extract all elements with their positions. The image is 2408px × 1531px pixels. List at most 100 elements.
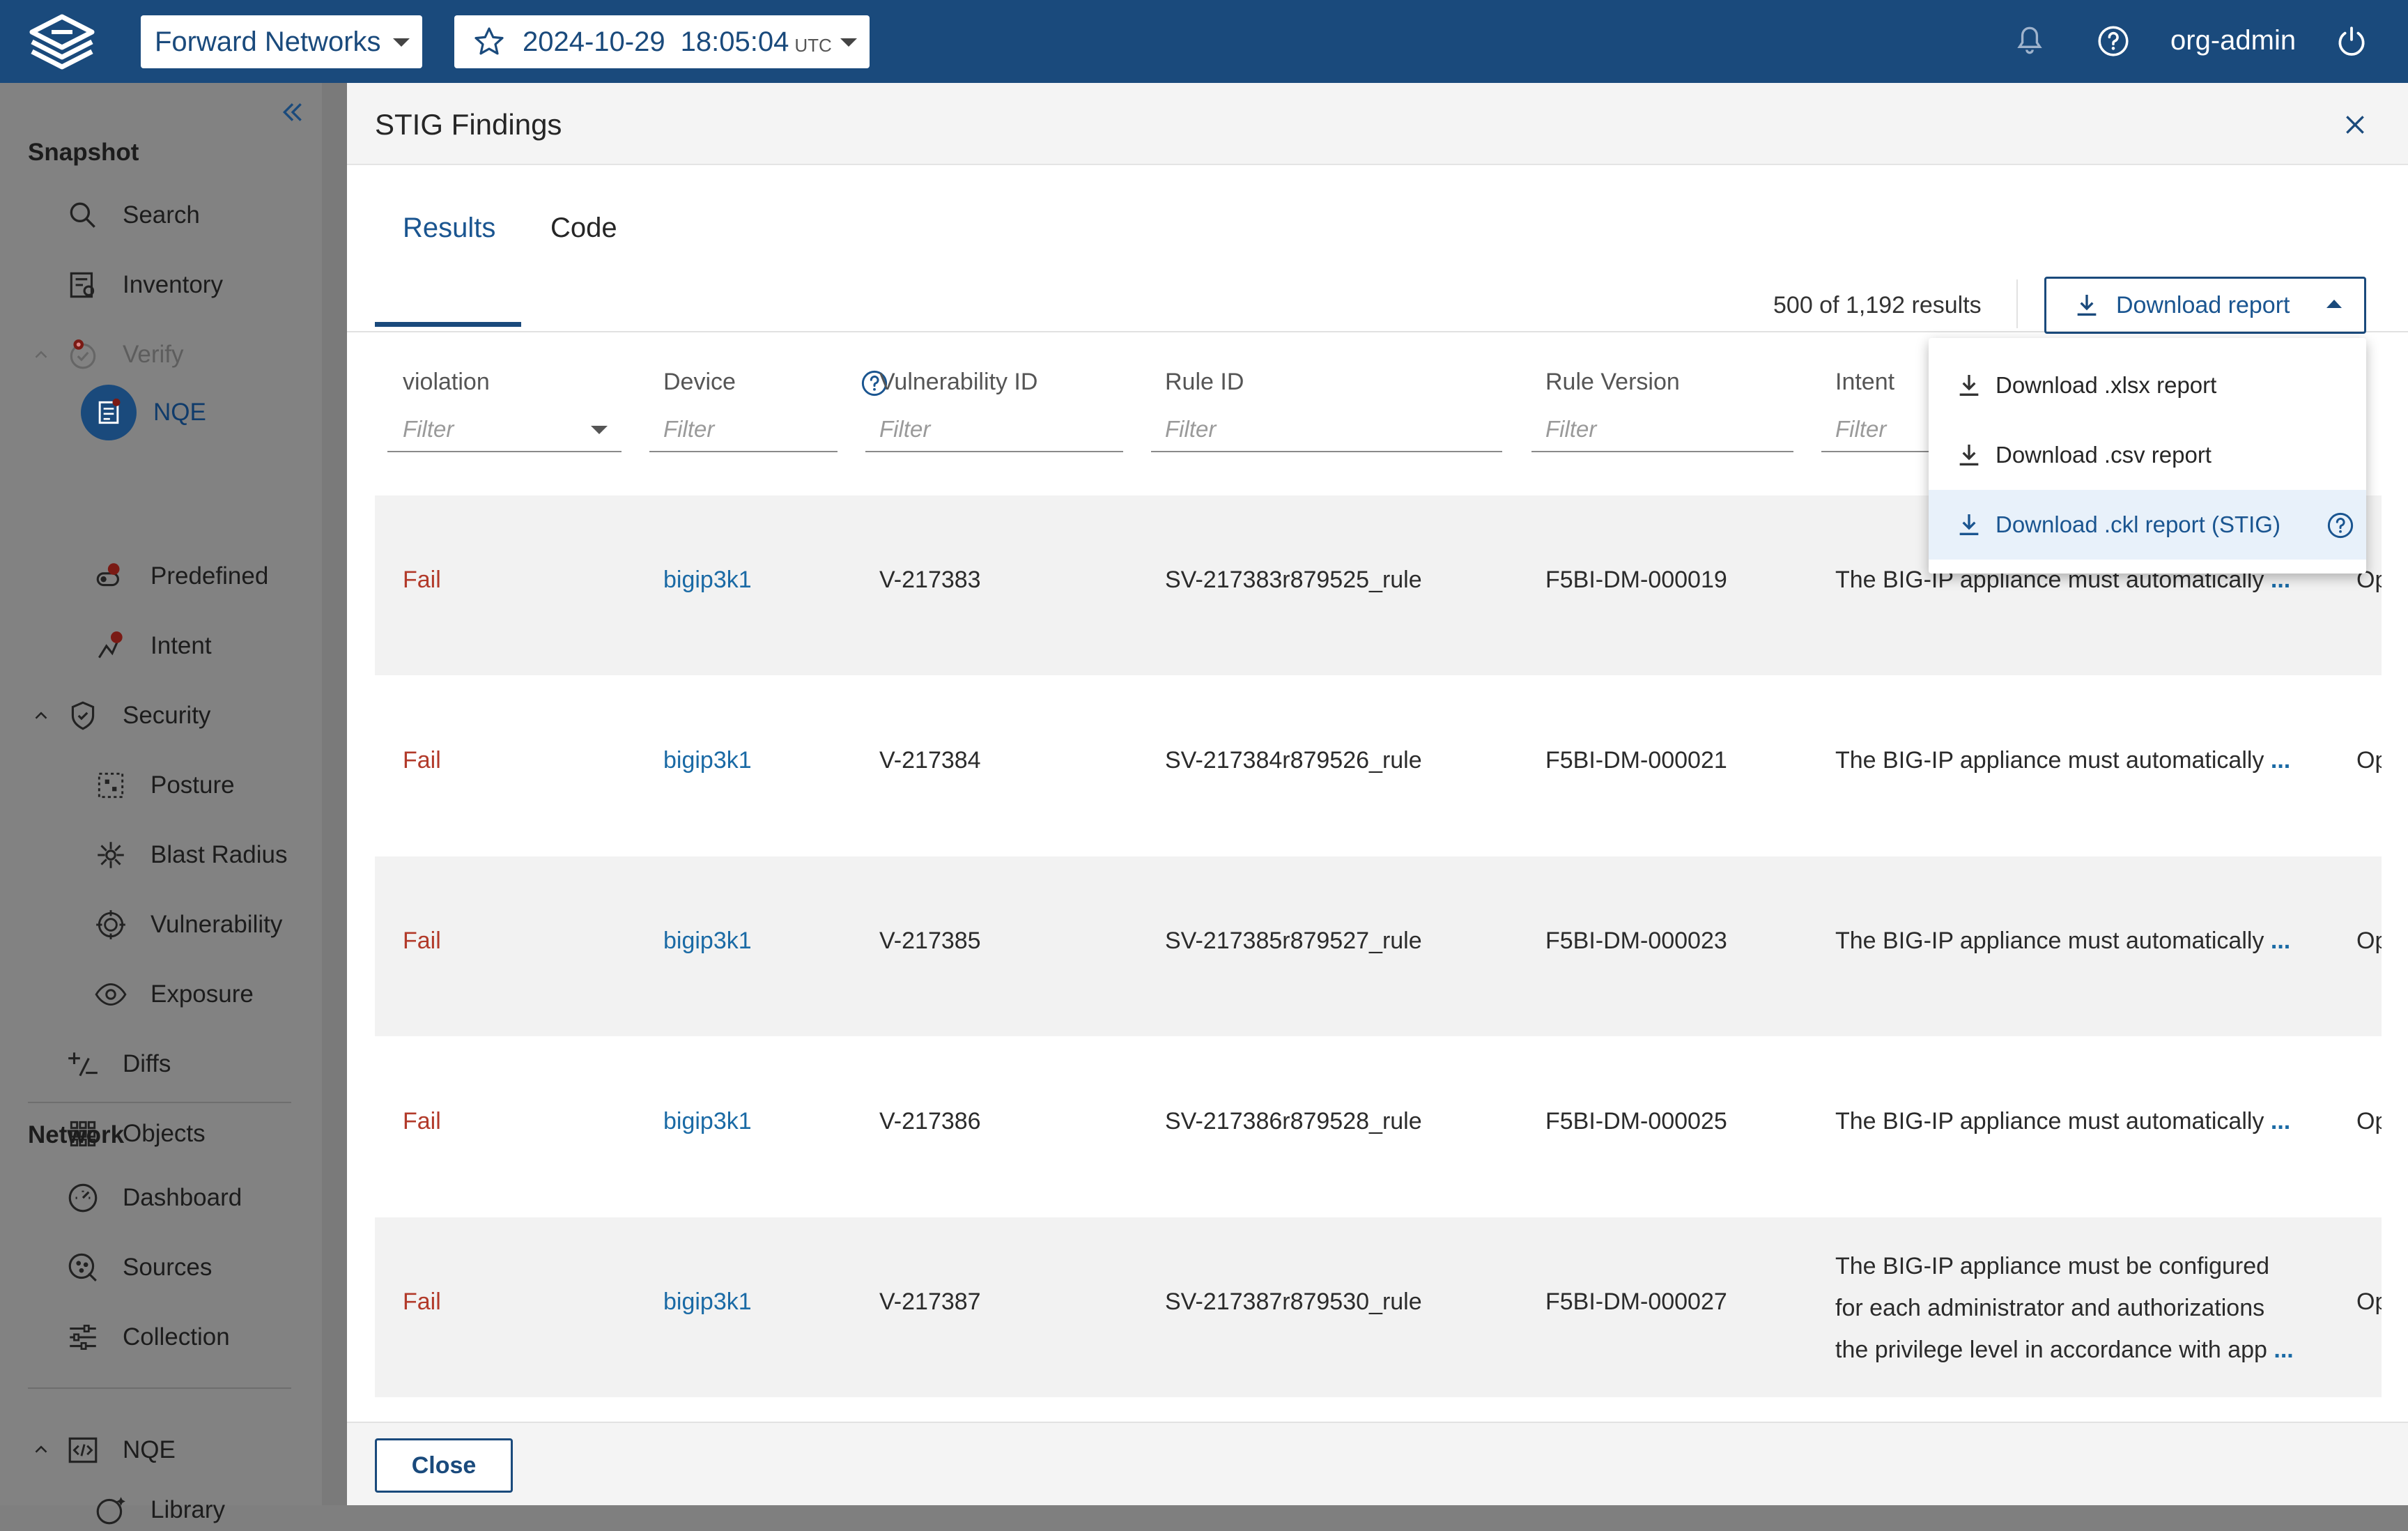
chevron-down-icon bbox=[840, 38, 857, 47]
sources-icon bbox=[68, 1253, 97, 1282]
device-link[interactable]: bigip3k1 bbox=[663, 928, 752, 955]
power-icon[interactable] bbox=[2334, 24, 2369, 59]
sliders-icon bbox=[70, 1324, 96, 1351]
expand-ellipsis[interactable]: ... bbox=[2271, 747, 2290, 774]
chevron-up-icon[interactable] bbox=[31, 705, 52, 726]
sidebar-item-security[interactable]: Security bbox=[65, 695, 210, 737]
column-header-device[interactable]: Device bbox=[663, 369, 736, 396]
table-row[interactable]: Fail bigip3k1 V-217387 SV-217387r879530_… bbox=[375, 1217, 2382, 1397]
sidebar-item-inventory[interactable]: Inventory bbox=[65, 264, 223, 306]
bell-icon[interactable] bbox=[2012, 24, 2047, 59]
sidebar-item-posture[interactable]: Posture bbox=[93, 764, 235, 806]
rule-version-filter-input[interactable]: Filter bbox=[1531, 409, 1793, 452]
menu-item-download-ckl[interactable]: Download .ckl report (STIG) bbox=[1929, 490, 2366, 560]
rule-id-filter-input[interactable]: Filter bbox=[1151, 409, 1502, 452]
device-link[interactable]: bigip3k1 bbox=[663, 1288, 752, 1316]
sidebar-item-predefined[interactable]: Predefined bbox=[93, 555, 268, 597]
sidebar-divider bbox=[28, 1387, 291, 1389]
sidebar-item-exposure[interactable]: Exposure bbox=[93, 974, 254, 1015]
top-bar: Forward Networks 2024-10-29 18:05:04 UTC… bbox=[0, 0, 2408, 83]
inventory-icon bbox=[70, 272, 95, 298]
device-link[interactable]: bigip3k1 bbox=[663, 747, 752, 774]
snapshot-select[interactable]: 2024-10-29 18:05:04 UTC bbox=[454, 15, 870, 68]
toolbar-divider bbox=[2016, 279, 2018, 328]
diffs-icon bbox=[68, 1052, 98, 1077]
device-link[interactable]: bigip3k1 bbox=[663, 567, 752, 594]
sidebar-item-dashboard[interactable]: Dashboard bbox=[65, 1177, 242, 1219]
user-menu[interactable]: org-admin bbox=[2170, 25, 2296, 56]
org-select[interactable]: Forward Networks bbox=[141, 15, 422, 68]
collapse-sidebar-icon[interactable] bbox=[279, 98, 307, 126]
vulnerability-id-filter-input[interactable]: Filter bbox=[865, 409, 1123, 452]
vulnerability-id-cell: V-217384 bbox=[879, 747, 981, 774]
close-icon[interactable] bbox=[2341, 111, 2369, 139]
download-report-button[interactable]: Download report bbox=[2044, 277, 2366, 334]
star-icon[interactable] bbox=[472, 25, 506, 59]
sidebar-item-intent[interactable]: Intent bbox=[93, 625, 212, 667]
chevron-down-icon bbox=[393, 38, 410, 47]
expand-ellipsis[interactable]: ... bbox=[2274, 1337, 2293, 1363]
nqe-icon bbox=[81, 385, 137, 440]
rule-id-cell: SV-217383r879525_rule bbox=[1165, 567, 1422, 593]
violation-filter-select[interactable]: Filter bbox=[387, 409, 622, 452]
table-row[interactable]: Fail bigip3k1 V-217385 SV-217385r879527_… bbox=[375, 856, 2382, 1036]
column-header-intent[interactable]: Intent bbox=[1835, 369, 1894, 396]
sidebar-item-search[interactable]: Search bbox=[65, 194, 200, 236]
menu-item-download-xlsx[interactable]: Download .xlsx report bbox=[1929, 351, 2366, 420]
download-report-menu: Download .xlsx report Download .csv repo… bbox=[1929, 338, 2366, 574]
forward-networks-logo-icon[interactable] bbox=[24, 13, 100, 71]
sidebar-item-collection[interactable]: Collection bbox=[65, 1316, 230, 1358]
sidebar-item-nqe[interactable]: NQE bbox=[81, 381, 206, 444]
sidebar-item-library[interactable]: Library bbox=[93, 1489, 225, 1531]
tab-results[interactable]: Results bbox=[403, 197, 495, 263]
device-filter-input[interactable]: Filter bbox=[649, 409, 838, 452]
tab-code[interactable]: Code bbox=[550, 197, 617, 263]
vulnerability-id-cell: V-217387 bbox=[879, 1288, 981, 1315]
close-button[interactable]: Close bbox=[375, 1438, 513, 1493]
sidebar-item-verify[interactable]: Verify bbox=[65, 334, 184, 376]
expand-ellipsis[interactable]: ... bbox=[2271, 928, 2290, 954]
help-icon[interactable] bbox=[2096, 24, 2131, 59]
intent-cell: The BIG-IP appliance must automatically … bbox=[1835, 1108, 2291, 1134]
rule-version-cell: F5BI-DM-000019 bbox=[1545, 567, 1727, 593]
help-icon[interactable] bbox=[2326, 511, 2355, 540]
sidebar-item-blast-radius[interactable]: Blast Radius bbox=[93, 834, 287, 876]
sidebar-item-vulnerability[interactable]: Vulnerability bbox=[93, 904, 282, 946]
chevron-up-icon[interactable] bbox=[31, 344, 52, 365]
blast-radius-icon bbox=[98, 842, 124, 868]
violation-cell: Fail bbox=[403, 747, 441, 774]
violation-cell: Fail bbox=[403, 1288, 441, 1315]
stig-findings-dialog: STIG Findings Results Code 500 of 1,192 … bbox=[347, 83, 2408, 1505]
column-header-rule-version[interactable]: Rule Version bbox=[1545, 369, 1680, 396]
expand-ellipsis[interactable]: ... bbox=[2271, 1108, 2290, 1134]
device-link[interactable]: bigip3k1 bbox=[663, 1108, 752, 1135]
verify-icon bbox=[70, 339, 96, 369]
column-header-vulnerability-id[interactable]: Vulnerability ID bbox=[879, 369, 1037, 396]
next-column-cell: Op bbox=[2356, 928, 2382, 954]
dialog-header: STIG Findings bbox=[347, 83, 2408, 165]
sidebar-item-diffs[interactable]: Diffs bbox=[65, 1043, 171, 1085]
rule-id-cell: SV-217384r879526_rule bbox=[1165, 747, 1422, 774]
next-column-cell: Op bbox=[2356, 747, 2382, 774]
code-icon bbox=[68, 1437, 98, 1463]
rule-version-cell: F5BI-DM-000025 bbox=[1545, 1108, 1727, 1134]
column-header-rule-id[interactable]: Rule ID bbox=[1165, 369, 1244, 396]
chevron-up-icon[interactable] bbox=[31, 1439, 52, 1460]
intent-cell: The BIG-IP appliance must automatically … bbox=[1835, 747, 2291, 774]
dialog-title: STIG Findings bbox=[375, 108, 562, 141]
timezone-label: UTC bbox=[794, 34, 832, 56]
snapshot-time: 18:05:04 bbox=[680, 26, 789, 57]
next-column-cell: Op bbox=[2356, 1288, 2382, 1315]
shield-icon bbox=[71, 701, 95, 730]
table-row[interactable]: Fail bigip3k1 V-217386 SV-217386r879528_… bbox=[375, 1037, 2382, 1217]
table-row[interactable]: Fail bigip3k1 V-217384 SV-217384r879526_… bbox=[375, 676, 2382, 856]
vulnerability-id-cell: V-217385 bbox=[879, 928, 981, 954]
sidebar-item-nqe-section[interactable]: NQE bbox=[65, 1429, 176, 1471]
search-icon bbox=[70, 202, 95, 228]
sidebar-item-sources[interactable]: Sources bbox=[65, 1247, 212, 1288]
download-icon bbox=[1959, 514, 1979, 535]
rule-id-cell: SV-217386r879528_rule bbox=[1165, 1108, 1422, 1134]
column-header-violation[interactable]: violation bbox=[403, 369, 490, 396]
menu-item-download-csv[interactable]: Download .csv report bbox=[1929, 420, 2366, 490]
chevron-down-icon bbox=[591, 426, 608, 434]
